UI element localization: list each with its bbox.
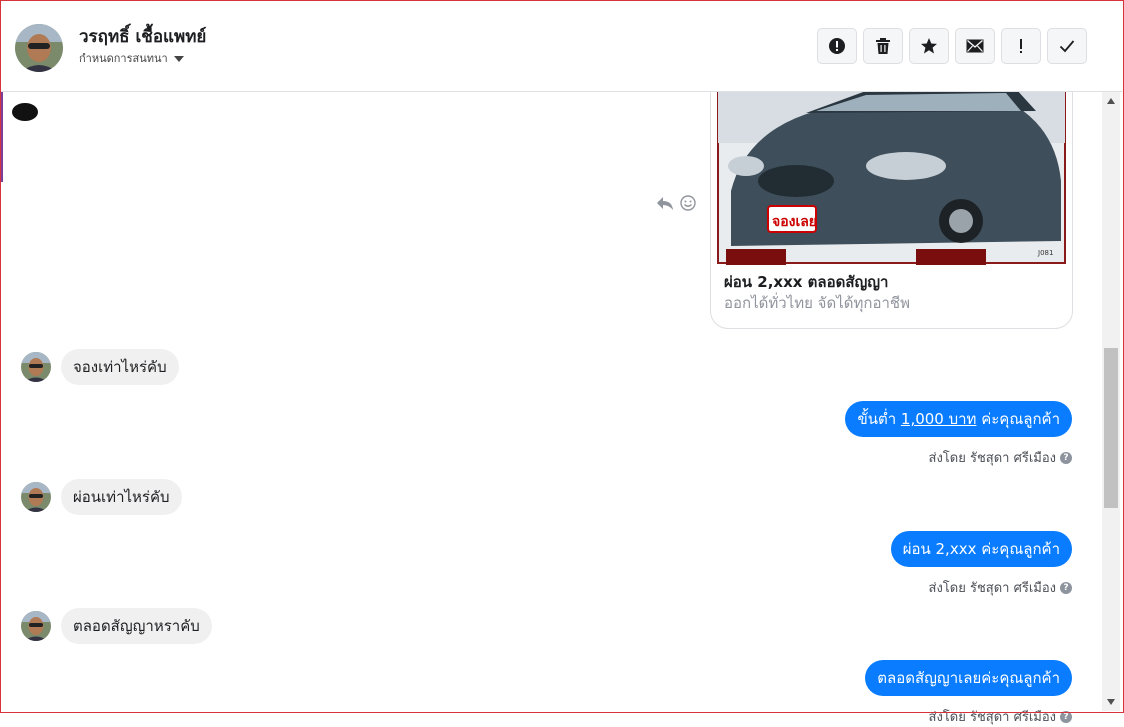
message-bubble[interactable]: ขั้นต่ำ 1,000 บาท ค่ะคุณลูกค้า (845, 401, 1072, 437)
left-accent-bar (1, 92, 3, 182)
contact-avatar-small[interactable] (21, 352, 51, 382)
exclamation-icon (1020, 39, 1022, 53)
contact-name: วรฤทธิ์ เชื้อแพทย์ (79, 27, 207, 47)
incoming-message: ตลอดสัญญาหราคับ (21, 608, 212, 644)
caret-down-icon (173, 55, 184, 62)
emoji-react-icon[interactable] (680, 195, 696, 211)
star-icon (921, 38, 937, 54)
scroll-down-icon[interactable] (1107, 699, 1115, 705)
sent-by-label: ส่งโดย รัชสุดา ศรีเมือง? (929, 706, 1072, 727)
delete-button[interactable] (863, 28, 903, 64)
product-card[interactable]: จองเลย J081 ผ่อน 2,xxx ตลอดสัญญา ออกได้ท… (710, 70, 1073, 329)
outgoing-message: ขั้นต่ำ 1,000 บาท ค่ะคุณลูกค้า ส่งโดย รั… (845, 401, 1072, 468)
message-bubble[interactable]: ตลอดสัญญาหราคับ (61, 608, 212, 644)
help-icon[interactable]: ? (1060, 710, 1072, 723)
message-text: ค่ะคุณลูกค้า (976, 410, 1060, 428)
sender-name: ส่งโดย รัชสุดา ศรีเมือง (928, 451, 1056, 466)
star-button[interactable] (909, 28, 949, 64)
trash-icon (876, 38, 890, 54)
sender-name: ส่งโดย รัชสุดา ศรีเมือง (928, 710, 1056, 725)
mark-unread-button[interactable] (955, 28, 995, 64)
page-logo-icon (12, 103, 38, 121)
help-icon[interactable]: ? (1060, 451, 1072, 464)
message-text: ขั้นต่ำ (857, 410, 901, 428)
message-actions (656, 195, 696, 211)
outgoing-message: ผ่อน 2,xxx ค่ะคุณลูกค้า ส่งโดย รัชสุดา ศ… (890, 531, 1072, 598)
sent-by-label: ส่งโดย รัชสุดา ศรีเมือง? (929, 447, 1072, 468)
incoming-message: ผ่อนเท่าไหร่คับ (21, 479, 182, 515)
incoming-message: จองเท่าไหร่คับ (21, 349, 179, 385)
sent-by-label: ส่งโดย รัชสุดา ศรีเมือง? (929, 577, 1072, 598)
contact-avatar[interactable] (15, 24, 63, 72)
help-icon[interactable]: ? (1060, 581, 1072, 594)
outgoing-message: ตลอดสัญญาเลยค่ะคุณลูกค้า ส่งโดย รัชสุดา … (865, 660, 1072, 727)
mark-done-button[interactable] (1047, 28, 1087, 64)
card-subtitle: ออกได้ทั่วไทย จัดได้ทุกอาชีพ (724, 294, 910, 312)
conversation-toolbar (817, 28, 1087, 64)
card-badge: จองเลย (772, 214, 818, 230)
conversation-header: วรฤทธิ์ เชื้อแพทย์ กำหนดการสนทนา (1, 1, 1122, 92)
envelope-icon (966, 39, 984, 53)
spam-icon (829, 38, 845, 54)
card-code: J081 (1038, 249, 1054, 257)
scroll-up-icon[interactable] (1107, 98, 1115, 104)
follow-up-button[interactable] (1001, 28, 1041, 64)
reply-icon[interactable] (656, 195, 674, 211)
scrollbar-thumb[interactable] (1104, 348, 1118, 508)
message-bubble[interactable]: ตลอดสัญญาเลยค่ะคุณลูกค้า (865, 660, 1072, 696)
assign-label: กำหนดการสนทนา (79, 52, 168, 65)
conversation-scrollbar[interactable] (1102, 92, 1120, 711)
message-bubble[interactable]: จองเท่าไหร่คับ (61, 349, 179, 385)
assign-conversation-dropdown[interactable]: กำหนดการสนทนา (79, 49, 184, 67)
message-bubble[interactable]: ผ่อน 2,xxx ค่ะคุณลูกค้า (890, 531, 1072, 567)
check-icon (1059, 40, 1075, 53)
sender-name: ส่งโดย รัชสุดา ศรีเมือง (928, 581, 1056, 596)
contact-avatar-small[interactable] (21, 611, 51, 641)
contact-avatar-small[interactable] (21, 482, 51, 512)
message-link[interactable]: 1,000 บาท (901, 410, 977, 428)
mark-spam-button[interactable] (817, 28, 857, 64)
car-image: จองเลย J081 (716, 71, 1067, 269)
message-bubble[interactable]: ผ่อนเท่าไหร่คับ (61, 479, 182, 515)
